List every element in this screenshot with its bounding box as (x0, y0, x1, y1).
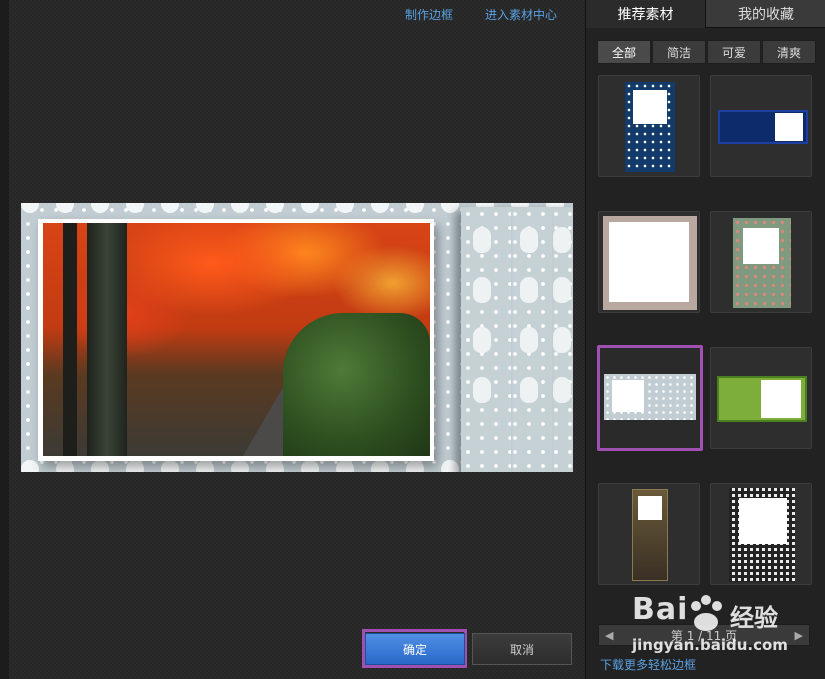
filter-cute[interactable]: 可爱 (707, 40, 761, 64)
ok-button[interactable]: 确定 (365, 633, 465, 665)
panel-tabs: 推荐素材 我的收藏 (586, 0, 825, 28)
editor-area: 制作边框 进入素材中心 确定 取消 (0, 0, 585, 679)
left-edge (0, 0, 9, 679)
prev-page-icon[interactable]: ◀ (605, 629, 613, 642)
photo-trunk (63, 223, 77, 456)
frame-thumb-6[interactable] (710, 347, 812, 449)
page-indicator: 第 1 / 11 页 (670, 628, 738, 643)
filter-fresh[interactable]: 清爽 (762, 40, 816, 64)
tab-recommended[interactable]: 推荐素材 (586, 0, 706, 28)
film-strip-3 (549, 207, 573, 472)
filter-simple[interactable]: 简洁 (652, 40, 706, 64)
photo-trunk (87, 223, 127, 456)
photo-frame (38, 219, 434, 461)
cancel-button[interactable]: 取消 (472, 633, 572, 665)
frame-thumb-8[interactable] (710, 483, 812, 585)
filter-bar: 全部 简洁 可爱 清爽 (597, 40, 817, 64)
frame-thumb-3[interactable] (598, 211, 700, 313)
frame-thumb-7[interactable] (598, 483, 700, 585)
material-center-link[interactable]: 进入素材中心 (485, 6, 557, 23)
frame-thumb-4[interactable] (710, 211, 812, 313)
filter-all[interactable]: 全部 (597, 40, 651, 64)
frame-thumb-2[interactable] (710, 75, 812, 177)
tab-favorites[interactable]: 我的收藏 (706, 0, 825, 28)
photo-preview (21, 203, 573, 472)
material-panel: 推荐素材 我的收藏 全部 简洁 可爱 清爽 ◀ 第 1 / 11 页 ▶ 下载更… (585, 0, 825, 679)
make-border-link[interactable]: 制作边框 (405, 6, 453, 23)
frame-thumb-1[interactable] (598, 75, 700, 177)
film-strip-2 (508, 207, 552, 472)
pager: ◀ 第 1 / 11 页 ▶ (598, 624, 810, 646)
photo-hedge (283, 313, 430, 456)
next-page-icon[interactable]: ▶ (795, 629, 803, 642)
autumn-photo (43, 223, 430, 456)
film-strip-1 (461, 207, 511, 472)
frame-thumb-5[interactable] (597, 345, 703, 451)
download-more-link[interactable]: 下载更多轻松边框 (600, 656, 696, 673)
